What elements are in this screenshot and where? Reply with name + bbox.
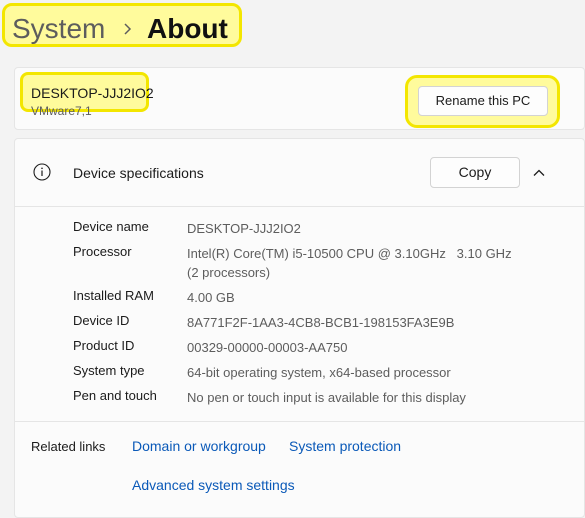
chevron-right-icon xyxy=(124,23,132,35)
copy-button[interactable]: Copy xyxy=(430,157,520,188)
page-title: About xyxy=(147,13,228,44)
spec-value: 64-bit operating system, x64-based proce… xyxy=(187,365,451,380)
rename-pc-button[interactable]: Rename this PC xyxy=(418,86,548,116)
link-advanced-system-settings[interactable]: Advanced system settings xyxy=(132,477,295,493)
spec-label: Product ID xyxy=(73,338,135,353)
spec-value: 00329-00000-00003-AA750 xyxy=(187,340,348,355)
info-icon xyxy=(33,163,51,181)
spec-label: Pen and touch xyxy=(73,388,157,403)
spec-label: Device name xyxy=(73,219,149,234)
spec-value: Intel(R) Core(TM) i5-10500 CPU @ 3.10GHz… xyxy=(187,246,512,261)
chevron-up-icon[interactable] xyxy=(532,166,546,180)
device-specifications-title: Device specifications xyxy=(73,165,204,181)
spec-value: 4.00 GB xyxy=(187,290,235,305)
link-system-protection[interactable]: System protection xyxy=(289,438,401,454)
link-domain-or-workgroup[interactable]: Domain or workgroup xyxy=(132,438,266,454)
related-links-title: Related links xyxy=(31,439,106,454)
pc-name: DESKTOP-JJJ2IO2 xyxy=(31,85,154,101)
breadcrumb-system[interactable]: System xyxy=(12,13,105,45)
spec-label: Device ID xyxy=(73,313,130,328)
divider xyxy=(15,206,585,207)
spec-label: Processor xyxy=(73,244,132,259)
spec-value: DESKTOP-JJJ2IO2 xyxy=(187,221,301,236)
spec-label: Installed RAM xyxy=(73,288,154,303)
spec-value: No pen or touch input is available for t… xyxy=(187,390,466,405)
divider xyxy=(15,421,585,422)
spec-value: 8A771F2F-1AA3-4CB8-BCB1-198153FA3E9B xyxy=(187,315,455,330)
pc-model: VMware7,1 xyxy=(31,104,92,118)
spec-value-line2: (2 processors) xyxy=(187,265,271,280)
spec-label: System type xyxy=(73,363,145,378)
